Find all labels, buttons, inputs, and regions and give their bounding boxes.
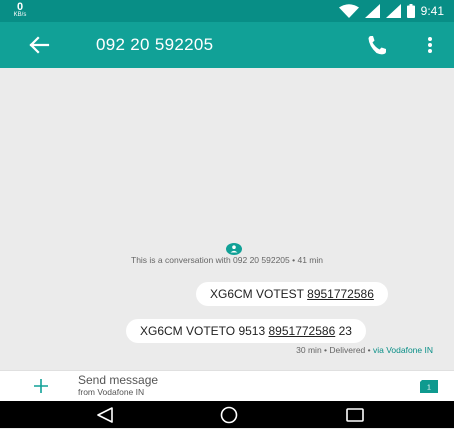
wifi-icon (338, 4, 359, 18)
sim-label: 1 (427, 385, 431, 392)
sim-card-icon: 1 (420, 380, 438, 393)
status-icons: 9:41 (338, 3, 444, 19)
status-bar: 0 KB/s 9:41 (0, 0, 454, 22)
contact-title: 092 20 592205 (96, 35, 214, 54)
message-text: XG6CM VOTETO 9513 (140, 324, 269, 338)
call-button[interactable] (366, 34, 388, 56)
recents-square-icon (346, 408, 364, 422)
message-bubble[interactable]: XG6CM VOTETO 9513 8951772586 23 (126, 319, 366, 343)
data-speed-indicator: 0 KB/s (10, 2, 30, 19)
delivery-status: 30 min • Delivered • (296, 345, 373, 355)
signal-icon (364, 4, 380, 18)
status-time: 9:41 (420, 4, 444, 18)
nav-back-button[interactable] (96, 407, 114, 423)
message-bubble[interactable]: XG6CM VOTEST 8951772586 (196, 282, 388, 306)
more-options-button[interactable] (424, 34, 436, 56)
home-circle-icon (220, 406, 238, 424)
message-input-placeholder: Send message (78, 373, 159, 387)
back-triangle-icon (97, 407, 113, 423)
data-speed-unit: KB/s (13, 12, 27, 18)
nav-home-button[interactable] (220, 406, 238, 424)
message-thread[interactable]: This is a conversation with 092 20 59220… (0, 68, 454, 370)
message-input[interactable]: Send message from Vodafone IN (78, 373, 159, 398)
message-text: XG6CM VOTEST (210, 287, 308, 301)
phone-icon (368, 36, 386, 55)
conversation-info: This is a conversation with 092 20 59220… (131, 255, 323, 265)
nav-recents-button[interactable] (346, 408, 364, 422)
back-button[interactable] (28, 35, 50, 55)
more-vert-icon (428, 37, 432, 53)
navigation-bar (0, 401, 454, 428)
battery-icon (406, 4, 415, 18)
carrier-link: via Vodafone IN (372, 345, 433, 355)
sim-select-button[interactable]: 1 (420, 380, 438, 393)
compose-bar: Send message from Vodafone IN 1 (0, 370, 454, 402)
add-attachment-button[interactable] (33, 378, 49, 394)
arrow-left-icon (29, 36, 50, 54)
phone-number-link[interactable]: 8951772586 (307, 287, 374, 301)
message-suffix: 23 (335, 324, 352, 338)
contact-icon (226, 243, 242, 255)
phone-number-link[interactable]: 8951772586 (269, 324, 336, 338)
app-bar: 092 20 592205 (0, 22, 454, 68)
signal-icon (385, 4, 401, 18)
plus-icon (34, 379, 48, 393)
sim-subtitle: from Vodafone IN (78, 387, 145, 397)
message-status: 30 min • Delivered • via Vodafone IN (296, 345, 433, 355)
